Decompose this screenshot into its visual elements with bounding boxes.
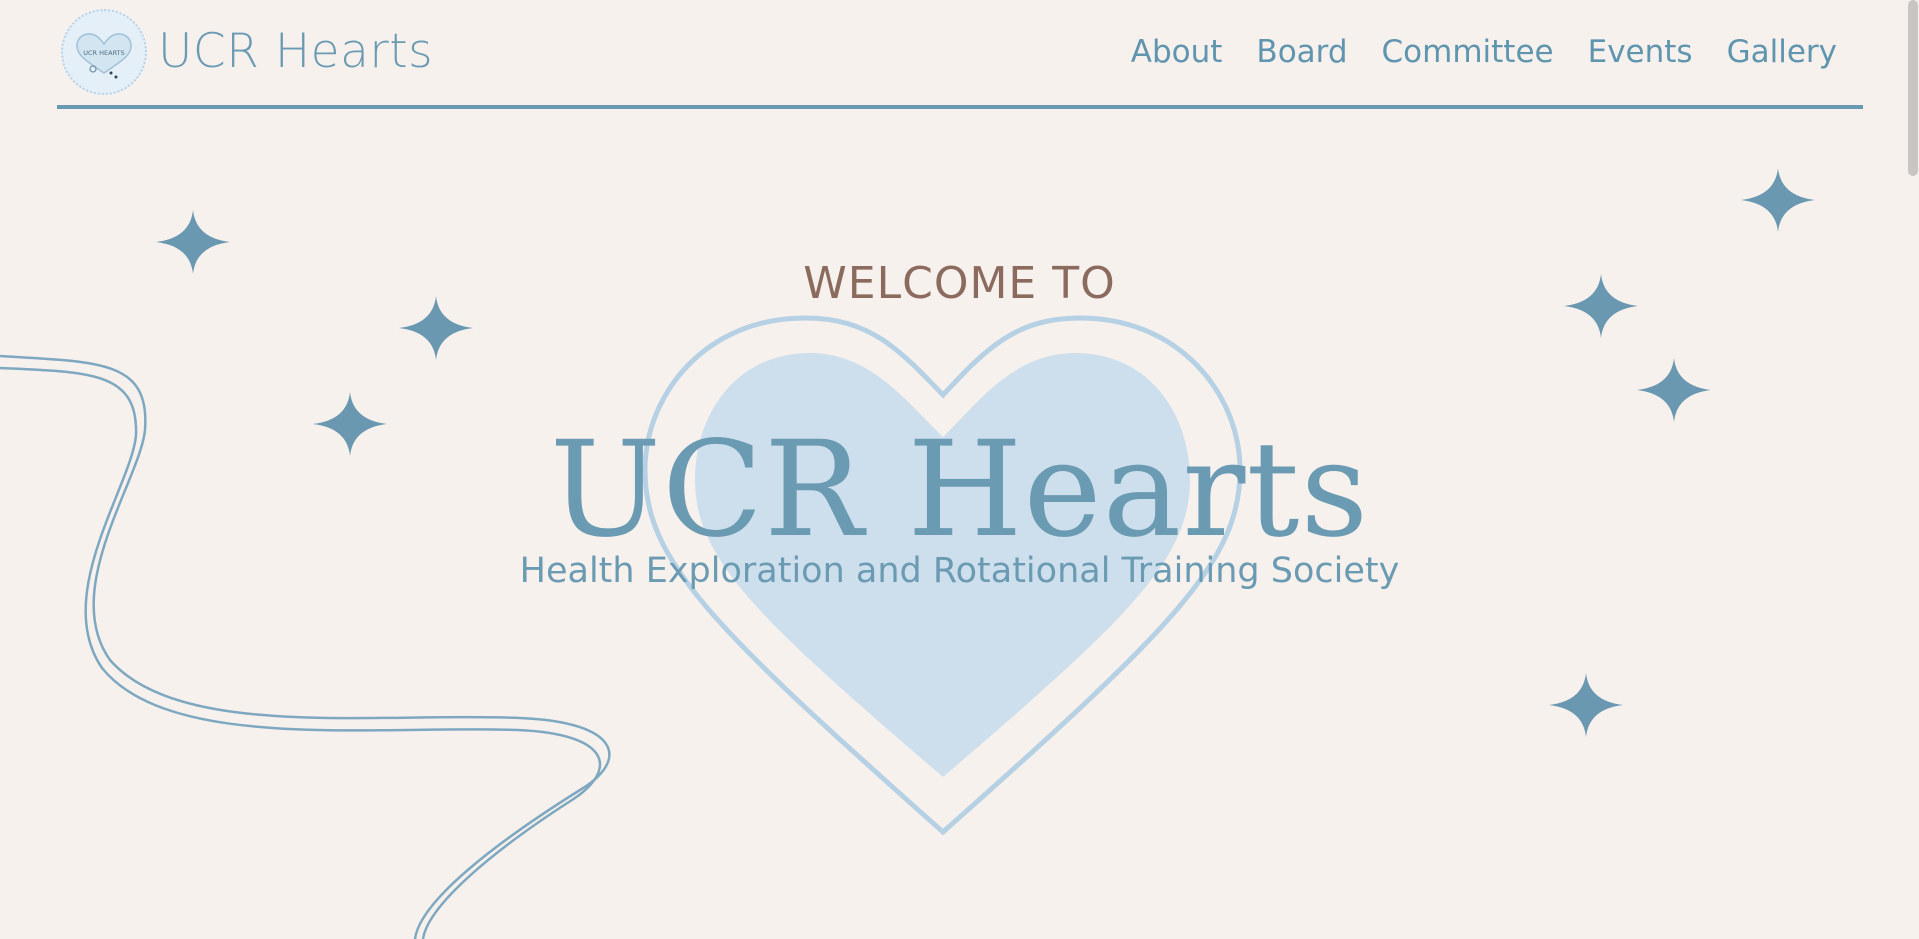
sparkle-icon [1637,358,1711,422]
sparkle-icon [1741,168,1815,232]
nav-link-events[interactable]: Events [1588,30,1693,74]
nav-link-about[interactable]: About [1131,30,1223,74]
hero-welcome-text: WELCOME TO [803,258,1116,309]
page-scrollbar[interactable] [1905,0,1919,939]
hero-subtitle: Health Exploration and Rotational Traini… [519,551,1400,591]
site-logo[interactable]: UCR HEARTS [61,9,147,95]
nav-link-board[interactable]: Board [1256,30,1347,74]
hero-title: UCR Hearts [549,413,1370,567]
page: UCR HEARTS UCR Hearts About Board Commit… [0,0,1919,939]
sparkle-icon [1549,673,1623,737]
logo-text: UCR HEARTS [83,49,124,57]
header-divider [57,105,1863,109]
logo-stethoscope-heart-icon: UCR HEARTS [76,33,132,79]
scrollbar-thumb[interactable] [1908,0,1918,176]
nav-link-committee[interactable]: Committee [1382,30,1554,74]
nav-link-gallery[interactable]: Gallery [1727,30,1837,74]
site-brand-title[interactable]: UCR Hearts [158,22,433,82]
header: UCR HEARTS UCR Hearts About Board Commit… [57,0,1863,110]
main-nav: About Board Committee Events Gallery [1131,30,1837,74]
